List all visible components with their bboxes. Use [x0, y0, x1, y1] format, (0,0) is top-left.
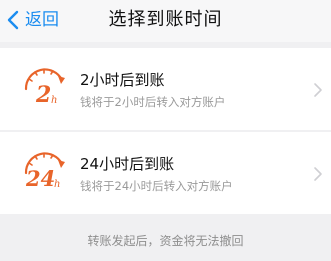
page-title: 选择到账时间 — [108, 9, 223, 30]
option-subtitle: 钱将于24小时后转入对方账户 — [80, 179, 233, 193]
clock-2h-icon: 2 h — [24, 68, 65, 108]
chevron-right-icon — [314, 167, 322, 181]
transfer-time-page: 返回 选择到账时间 2 h 2小时后到账 钱将于2小时后转入对方账户 24 h … — [0, 0, 331, 261]
option-2-hours[interactable]: 2 h 2小时后到账 钱将于2小时后转入对方账户 — [0, 48, 331, 130]
logo-suffix: h — [54, 179, 60, 190]
logo-number: 2 — [35, 82, 51, 108]
option-title: 2小时后到账 — [80, 71, 165, 89]
chevron-right-icon — [314, 83, 322, 97]
irreversible-notice: 转账发起后，资金将无法撤回 — [87, 234, 244, 248]
option-24-hours[interactable]: 24 h 24小时后到账 钱将于24小时后转入对方账户 — [0, 132, 331, 214]
logo-number: 24 — [25, 166, 55, 191]
clock-24h-icon: 24 h — [24, 152, 65, 191]
option-title: 24小时后到账 — [80, 155, 175, 173]
navigation-bar: 返回 选择到账时间 — [0, 0, 331, 42]
logo-suffix: h — [51, 95, 57, 106]
option-subtitle: 钱将于2小时后转入对方账户 — [80, 95, 226, 109]
